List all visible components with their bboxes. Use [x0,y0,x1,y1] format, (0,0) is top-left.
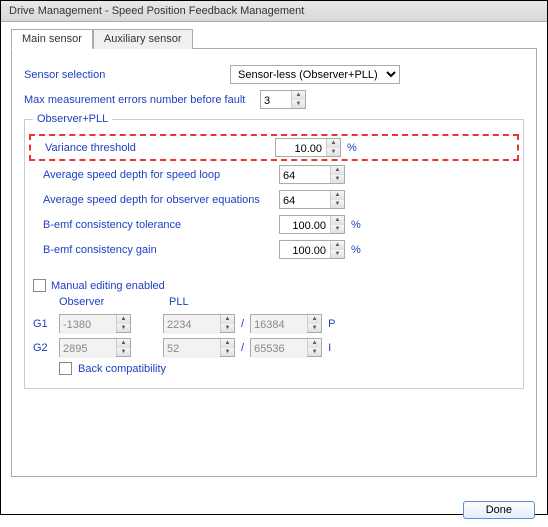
pll-col-head: PLL [169,296,369,308]
g2-label: G2 [33,342,53,354]
spin-down-icon[interactable]: ▼ [331,200,344,209]
spin-down-icon: ▼ [308,324,321,333]
spin-up-icon[interactable]: ▲ [331,166,344,175]
spin-up-icon[interactable]: ▲ [331,241,344,250]
bemf-gain-arrows: ▲ ▼ [330,241,344,258]
spin-down-icon[interactable]: ▼ [331,225,344,234]
observer-col-head: Observer [59,296,169,308]
variance-threshold-label: Variance threshold [35,142,269,154]
spin-up-icon[interactable]: ▲ [331,191,344,200]
spin-down-icon: ▼ [221,324,234,333]
sensor-selection-label: Sensor selection [24,69,224,81]
bemf-tol-input[interactable] [280,216,330,235]
group-legend: Observer+PLL [33,113,112,125]
g2-pll-a-spin: ▲▼ [163,338,235,357]
g2-pll-a-input [164,339,220,358]
bemf-tol-label: B-emf consistency tolerance [33,219,273,231]
avg-speed-obs-input[interactable] [280,191,330,210]
g1-pll-b-input [251,315,307,334]
avg-loop-arrows: ▲ ▼ [330,166,344,183]
avg-speed-loop-spin[interactable]: ▲ ▼ [279,165,345,184]
spin-down-icon: ▼ [117,324,130,333]
g1-obs-arrows: ▲ ▼ [116,315,130,332]
bemf-gain-label: B-emf consistency gain [33,244,273,256]
avg-speed-obs-label: Average speed depth for observer equatio… [33,194,273,206]
variance-threshold-spin[interactable]: ▲ ▼ [275,138,341,157]
footer: Done [463,501,535,519]
variance-unit: % [347,142,359,154]
spin-down-icon: ▼ [308,348,321,357]
g1-observer-spin: ▲ ▼ [59,314,131,333]
spin-down-icon: ▼ [221,348,234,357]
spin-up-icon: ▲ [117,339,130,348]
g1-pll-b-spin: ▲▼ [250,314,322,333]
max-errors-label: Max measurement errors number before fau… [24,94,254,106]
spin-up-icon: ▲ [308,339,321,348]
g2-observer-spin: ▲▼ [59,338,131,357]
avg-obs-arrows: ▲ ▼ [330,191,344,208]
max-errors-arrows: ▲ ▼ [291,91,305,108]
sensor-selection-select[interactable]: Sensor-less (Observer+PLL) [230,65,400,84]
spin-down-icon[interactable]: ▼ [331,175,344,184]
content-area: Main sensor Auxiliary sensor Sensor sele… [1,22,547,527]
g1-suffix: P [328,318,340,330]
g1-label: G1 [33,318,53,330]
bemf-tol-arrows: ▲ ▼ [330,216,344,233]
bemf-gain-unit: % [351,244,363,256]
back-compat-label: Back compatibility [78,363,166,375]
back-compat-checkbox[interactable] [59,362,72,375]
window-title: Drive Management - Speed Position Feedba… [9,5,304,17]
bemf-gain-spin[interactable]: ▲ ▼ [279,240,345,259]
g1-pll-a-input [164,315,220,334]
spin-up-icon: ▲ [308,315,321,324]
slash: / [241,318,244,330]
spin-down-icon[interactable]: ▼ [292,100,305,109]
spin-up-icon[interactable]: ▲ [327,139,340,148]
avg-speed-obs-spin[interactable]: ▲ ▼ [279,190,345,209]
g2-suffix: I [328,342,340,354]
spin-up-icon[interactable]: ▲ [292,91,305,100]
tab-auxiliary-sensor[interactable]: Auxiliary sensor [93,29,193,49]
g2-pll-b-input [251,339,307,358]
manual-editing-label: Manual editing enabled [51,280,165,292]
spin-down-icon[interactable]: ▼ [331,250,344,259]
tab-panel-main: Sensor selection Sensor-less (Observer+P… [11,49,537,477]
avg-speed-loop-label: Average speed depth for speed loop [33,169,273,181]
variance-highlight: Variance threshold ▲ ▼ % [29,134,519,161]
bemf-tol-unit: % [351,219,363,231]
g1-pll-a-spin: ▲▼ [163,314,235,333]
bemf-tol-spin[interactable]: ▲ ▼ [279,215,345,234]
spin-up-icon: ▲ [221,315,234,324]
spin-down-icon[interactable]: ▼ [327,148,340,157]
max-errors-input[interactable] [261,91,291,110]
g1-observer-input [60,315,116,334]
spin-down-icon: ▼ [117,348,130,357]
tab-main-sensor[interactable]: Main sensor [11,29,93,49]
slash: / [241,342,244,354]
window-titlebar: Drive Management - Speed Position Feedba… [1,1,547,22]
variance-arrows: ▲ ▼ [326,139,340,156]
manual-editing-checkbox[interactable] [33,279,46,292]
g2-observer-input [60,339,116,358]
spin-up-icon[interactable]: ▲ [331,216,344,225]
spin-up-icon: ▲ [117,315,130,324]
observer-pll-group: Observer+PLL Variance threshold ▲ ▼ % Av… [24,119,524,389]
avg-speed-loop-input[interactable] [280,166,330,185]
spin-up-icon: ▲ [221,339,234,348]
tab-strip: Main sensor Auxiliary sensor [11,28,537,49]
bemf-gain-input[interactable] [280,241,330,260]
done-button[interactable]: Done [463,501,535,519]
variance-threshold-input[interactable] [276,139,326,158]
g2-pll-b-spin: ▲▼ [250,338,322,357]
max-errors-spin[interactable]: ▲ ▼ [260,90,306,109]
